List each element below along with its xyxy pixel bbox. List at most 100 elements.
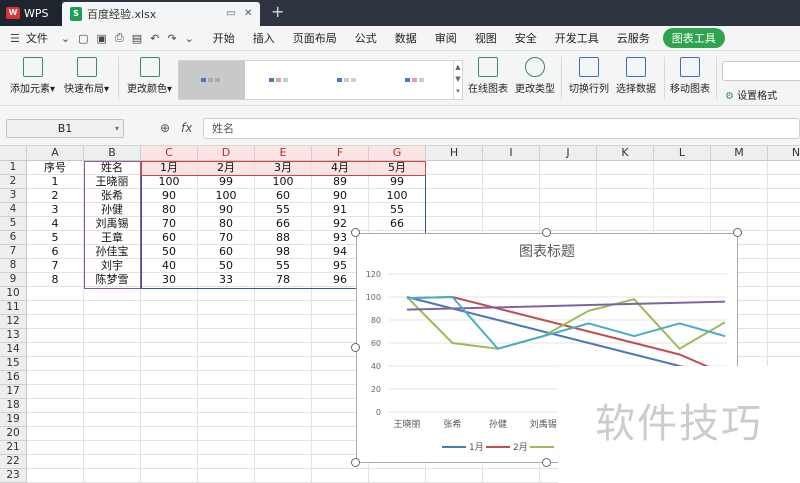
row-header-3[interactable]: 3 <box>0 189 27 203</box>
column-header-B[interactable]: B <box>84 146 141 161</box>
menu-cloud[interactable]: 云服务 <box>608 30 659 46</box>
wps-home-tab[interactable]: W WPS <box>0 0 62 26</box>
move-chart-button[interactable]: 移动图表 <box>670 57 710 95</box>
fx-icon[interactable]: fx <box>181 121 192 135</box>
table-cell[interactable]: 5 <box>27 231 83 245</box>
chart-style-4[interactable] <box>383 61 449 99</box>
menu-developer[interactable]: 开发工具 <box>546 30 608 46</box>
row-header-8[interactable]: 8 <box>0 259 27 273</box>
print-icon[interactable]: ⎙ <box>111 31 128 45</box>
column-header-M[interactable]: M <box>711 146 768 161</box>
menu-formulas[interactable]: 公式 <box>346 30 386 46</box>
hamburger-menu-icon[interactable]: ☰ <box>0 32 24 45</box>
zoom-icon[interactable]: ⊕ <box>160 121 170 135</box>
row-header-1[interactable]: 1 <box>0 161 27 175</box>
row-header-7[interactable]: 7 <box>0 245 27 259</box>
table-header-cell[interactable]: 序号 <box>27 161 83 175</box>
resize-handle[interactable] <box>542 458 551 467</box>
resize-handle[interactable] <box>733 228 742 237</box>
table-cell[interactable]: 6 <box>27 245 83 259</box>
row-header-2[interactable]: 2 <box>0 175 27 189</box>
select-all-corner[interactable] <box>0 146 27 161</box>
column-header-I[interactable]: I <box>483 146 540 161</box>
chevron-down-icon[interactable]: ▾ <box>115 120 119 137</box>
column-header-A[interactable]: A <box>27 146 84 161</box>
table-cell[interactable]: 1 <box>27 175 83 189</box>
change-color-button[interactable]: 更改颜色▾ <box>127 57 172 95</box>
column-header-L[interactable]: L <box>654 146 711 161</box>
row-header-17[interactable]: 17 <box>0 385 27 399</box>
select-data-button[interactable]: 选择数据 <box>616 57 656 95</box>
close-tab-icon[interactable]: ✕ <box>244 8 252 19</box>
column-header-D[interactable]: D <box>198 146 255 161</box>
menu-view[interactable]: 视图 <box>466 30 506 46</box>
row-header-18[interactable]: 18 <box>0 399 27 413</box>
row-header-4[interactable]: 4 <box>0 203 27 217</box>
table-cell[interactable]: 8 <box>27 273 83 287</box>
file-menu[interactable]: 文件 <box>24 30 57 46</box>
chart-element-select[interactable] <box>722 61 800 81</box>
table-cell[interactable]: 3 <box>27 203 83 217</box>
set-format-button[interactable]: ⚙ 设置格式 <box>725 87 777 102</box>
resize-handle[interactable] <box>351 228 360 237</box>
resize-handle[interactable] <box>351 458 360 467</box>
row-header-22[interactable]: 22 <box>0 455 27 469</box>
row-header-14[interactable]: 14 <box>0 343 27 357</box>
row-header-15[interactable]: 15 <box>0 357 27 371</box>
column-header-H[interactable]: H <box>426 146 483 161</box>
row-header-21[interactable]: 21 <box>0 441 27 455</box>
chevron-down-icon[interactable]: ⌄ <box>57 32 74 45</box>
change-type-button[interactable]: 更改类型 <box>515 57 555 95</box>
save-icon[interactable]: ▣ <box>93 32 111 45</box>
row-header-11[interactable]: 11 <box>0 301 27 315</box>
column-header-J[interactable]: J <box>540 146 597 161</box>
tab-chart-tools[interactable]: 图表工具 <box>662 28 725 48</box>
row-header-23[interactable]: 23 <box>0 469 27 483</box>
open-folder-icon[interactable]: ▢ <box>74 32 92 45</box>
add-element-button[interactable]: 添加元素▾ <box>10 57 55 95</box>
column-header-K[interactable]: K <box>597 146 654 161</box>
new-tab-icon[interactable]: + <box>271 2 284 21</box>
row-header-19[interactable]: 19 <box>0 413 27 427</box>
column-header-C[interactable]: C <box>141 146 198 161</box>
row-header-5[interactable]: 5 <box>0 217 27 231</box>
monitor-icon[interactable]: ▭ <box>226 8 235 19</box>
redo-icon[interactable]: ↷ <box>163 32 180 45</box>
row-header-6[interactable]: 6 <box>0 231 27 245</box>
y-tick-label: 100 <box>366 293 381 302</box>
column-header-N[interactable]: N <box>768 146 800 161</box>
resize-handle[interactable] <box>351 343 360 352</box>
gallery-scroll-arrows[interactable]: ▲ ▼ ▾ <box>453 61 462 99</box>
row-header-10[interactable]: 10 <box>0 287 27 301</box>
menu-security[interactable]: 安全 <box>506 30 546 46</box>
name-box[interactable]: B1 ▾ <box>6 119 124 138</box>
table-cell[interactable]: 4 <box>27 217 83 231</box>
resize-handle[interactable] <box>542 228 551 237</box>
menu-home[interactable]: 开始 <box>204 30 244 46</box>
undo-icon[interactable]: ↶ <box>146 32 163 45</box>
table-cell[interactable]: 2 <box>27 189 83 203</box>
online-chart-button[interactable]: 在线图表 <box>468 57 508 95</box>
chart-style-2[interactable] <box>247 61 313 99</box>
row-header-13[interactable]: 13 <box>0 329 27 343</box>
table-cell[interactable]: 7 <box>27 259 83 273</box>
chart-style-3[interactable] <box>315 61 381 99</box>
row-header-9[interactable]: 9 <box>0 273 27 287</box>
chart-style-1[interactable] <box>179 61 245 99</box>
quick-layout-button[interactable]: 快速布局▾ <box>64 57 109 95</box>
switch-row-column-button[interactable]: 切换行列 <box>569 57 609 95</box>
column-header-G[interactable]: G <box>369 146 426 161</box>
menu-review[interactable]: 审阅 <box>426 30 466 46</box>
row-header-12[interactable]: 12 <box>0 315 27 329</box>
column-header-E[interactable]: E <box>255 146 312 161</box>
formula-input[interactable]: 姓名 <box>203 118 800 139</box>
print-preview-icon[interactable]: ▤ <box>128 32 146 45</box>
row-header-16[interactable]: 16 <box>0 371 27 385</box>
menu-insert[interactable]: 插入 <box>244 30 284 46</box>
menu-page-layout[interactable]: 页面布局 <box>284 30 346 46</box>
menu-data[interactable]: 数据 <box>386 30 426 46</box>
column-header-F[interactable]: F <box>312 146 369 161</box>
row-header-20[interactable]: 20 <box>0 427 27 441</box>
file-tab[interactable]: S 百度经验.xlsx ▭ ✕ <box>62 2 260 26</box>
customize-toolbar-icon[interactable]: ⌄ <box>181 32 204 45</box>
